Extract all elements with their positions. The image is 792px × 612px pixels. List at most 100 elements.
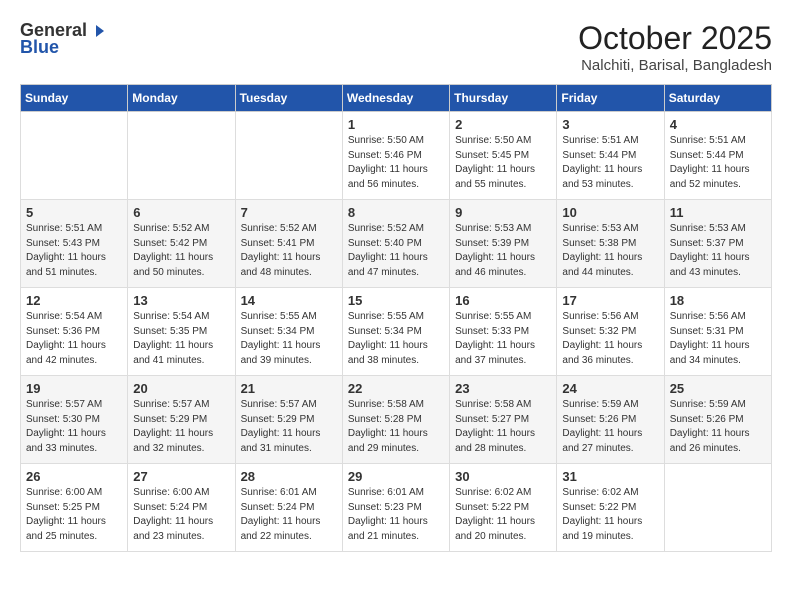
day-number: 20 — [133, 381, 229, 396]
calendar-cell: 30 Sunrise: 6:02 AM Sunset: 5:22 PM Dayli… — [450, 464, 557, 552]
day-number: 19 — [26, 381, 122, 396]
cell-content: Sunrise: 5:51 AM Sunset: 5:43 PM Dayligh… — [26, 222, 122, 280]
calendar-cell: 20Sunrise: 5:57 AM Sunset: 5:29 PM Dayli… — [128, 376, 235, 464]
day-number: 17 — [562, 293, 658, 308]
calendar-cell — [664, 464, 771, 552]
day-number: 25 — [670, 381, 766, 396]
calendar-cell: 2 Sunrise: 5:50 AM Sunset: 5:45 PM Daylig… — [450, 112, 557, 200]
day-number: 6 — [133, 205, 229, 220]
calendar-cell: 11Sunrise: 5:53 AM Sunset: 5:37 PM Dayli… — [664, 200, 771, 288]
cell-content: Sunrise: 5:53 AM Sunset: 5:38 PM Dayligh… — [562, 222, 658, 280]
day-number: 16 — [455, 293, 551, 308]
calendar-cell — [21, 112, 128, 200]
cell-content: Sunrise: 5:57 AM Sunset: 5:30 PM Dayligh… — [26, 398, 122, 456]
cell-content: Sunrise: 5:57 AM Sunset: 5:29 PM Dayligh… — [241, 398, 337, 456]
calendar-cell: 7 Sunrise: 5:52 AM Sunset: 5:41 PM Daylig… — [235, 200, 342, 288]
calendar-cell: 1Sunrise: 5:50 AM Sunset: 5:46 PM Daylig… — [342, 112, 449, 200]
calendar-cell: 15Sunrise: 5:55 AM Sunset: 5:34 PM Dayli… — [342, 288, 449, 376]
day-number: 9 — [455, 205, 551, 220]
cell-content: Sunrise: 5:51 AM Sunset: 5:44 PM Dayligh… — [670, 134, 766, 192]
calendar-cell: 22 Sunrise: 5:58 AM Sunset: 5:28 PM Dayli… — [342, 376, 449, 464]
calendar-week-row: 12 Sunrise: 5:54 AM Sunset: 5:36 PM Dayli… — [21, 288, 772, 376]
calendar-cell: 6Sunrise: 5:52 AM Sunset: 5:42 PM Daylig… — [128, 200, 235, 288]
cell-content: Sunrise: 5:59 AM Sunset: 5:26 PM Dayligh… — [562, 398, 658, 456]
cell-content: Sunrise: 5:52 AM Sunset: 5:41 PM Dayligh… — [241, 222, 337, 280]
calendar-cell: 29 Sunrise: 6:01 AM Sunset: 5:23 PM Dayli… — [342, 464, 449, 552]
day-number: 12 — [26, 293, 122, 308]
calendar-cell: 10 Sunrise: 5:53 AM Sunset: 5:38 PM Dayli… — [557, 200, 664, 288]
calendar-cell: 5 Sunrise: 5:51 AM Sunset: 5:43 PM Daylig… — [21, 200, 128, 288]
day-number: 11 — [670, 205, 766, 220]
cell-content: Sunrise: 5:58 AM Sunset: 5:28 PM Dayligh… — [348, 398, 444, 456]
cell-content: Sunrise: 6:00 AM Sunset: 5:24 PM Dayligh… — [133, 486, 229, 544]
day-number: 8 — [348, 205, 444, 220]
day-number: 2 — [455, 117, 551, 132]
day-number: 30 — [455, 469, 551, 484]
cell-content: Sunrise: 6:01 AM Sunset: 5:24 PM Dayligh… — [241, 486, 337, 544]
day-number: 13 — [133, 293, 229, 308]
logo: General Blue — [20, 20, 105, 58]
calendar-cell: 13 Sunrise: 5:54 AM Sunset: 5:35 PM Dayli… — [128, 288, 235, 376]
cell-content: Sunrise: 6:02 AM Sunset: 5:22 PM Dayligh… — [562, 486, 658, 544]
calendar-cell: 16 Sunrise: 5:55 AM Sunset: 5:33 PM Dayli… — [450, 288, 557, 376]
cell-content: Sunrise: 5:53 AM Sunset: 5:39 PM Dayligh… — [455, 222, 551, 280]
calendar-cell: 14 Sunrise: 5:55 AM Sunset: 5:34 PM Dayli… — [235, 288, 342, 376]
cell-content: Sunrise: 5:56 AM Sunset: 5:31 PM Dayligh… — [670, 310, 766, 368]
calendar-cell: 27 Sunrise: 6:00 AM Sunset: 5:24 PM Dayli… — [128, 464, 235, 552]
logo-blue: Blue — [20, 37, 59, 58]
header-friday: Friday — [557, 85, 664, 112]
day-number: 14 — [241, 293, 337, 308]
day-number: 3 — [562, 117, 658, 132]
calendar-table: SundayMondayTuesdayWednesdayThursdayFrid… — [20, 84, 772, 552]
header-sunday: Sunday — [21, 85, 128, 112]
day-number: 5 — [26, 205, 122, 220]
day-number: 22 — [348, 381, 444, 396]
day-number: 26 — [26, 469, 122, 484]
calendar-cell: 21 Sunrise: 5:57 AM Sunset: 5:29 PM Dayli… — [235, 376, 342, 464]
cell-content: Sunrise: 6:00 AM Sunset: 5:25 PM Dayligh… — [26, 486, 122, 544]
day-number: 28 — [241, 469, 337, 484]
cell-content: Sunrise: 5:55 AM Sunset: 5:33 PM Dayligh… — [455, 310, 551, 368]
calendar-week-row: 5 Sunrise: 5:51 AM Sunset: 5:43 PM Daylig… — [21, 200, 772, 288]
cell-content: Sunrise: 5:50 AM Sunset: 5:45 PM Dayligh… — [455, 134, 551, 192]
cell-content: Sunrise: 5:51 AM Sunset: 5:44 PM Dayligh… — [562, 134, 658, 192]
cell-content: Sunrise: 5:59 AM Sunset: 5:26 PM Dayligh… — [670, 398, 766, 456]
day-number: 21 — [241, 381, 337, 396]
cell-content: Sunrise: 5:54 AM Sunset: 5:35 PM Dayligh… — [133, 310, 229, 368]
header-thursday: Thursday — [450, 85, 557, 112]
cell-content: Sunrise: 5:50 AM Sunset: 5:46 PM Dayligh… — [348, 134, 444, 192]
day-number: 10 — [562, 205, 658, 220]
calendar-header-row: SundayMondayTuesdayWednesdayThursdayFrid… — [21, 85, 772, 112]
title-block: October 2025 Nalchiti, Barisal, Banglade… — [578, 20, 772, 74]
calendar-cell: 9 Sunrise: 5:53 AM Sunset: 5:39 PM Daylig… — [450, 200, 557, 288]
cell-content: Sunrise: 6:02 AM Sunset: 5:22 PM Dayligh… — [455, 486, 551, 544]
cell-content: Sunrise: 5:55 AM Sunset: 5:34 PM Dayligh… — [348, 310, 444, 368]
calendar-week-row: 26 Sunrise: 6:00 AM Sunset: 5:25 PM Dayli… — [21, 464, 772, 552]
cell-content: Sunrise: 6:01 AM Sunset: 5:23 PM Dayligh… — [348, 486, 444, 544]
calendar-week-row: 1Sunrise: 5:50 AM Sunset: 5:46 PM Daylig… — [21, 112, 772, 200]
calendar-cell: 4Sunrise: 5:51 AM Sunset: 5:44 PM Daylig… — [664, 112, 771, 200]
day-number: 7 — [241, 205, 337, 220]
calendar-cell: 8Sunrise: 5:52 AM Sunset: 5:40 PM Daylig… — [342, 200, 449, 288]
page-header: General Blue October 2025 Nalchiti, Bari… — [20, 20, 772, 74]
calendar-cell: 3 Sunrise: 5:51 AM Sunset: 5:44 PM Daylig… — [557, 112, 664, 200]
header-wednesday: Wednesday — [342, 85, 449, 112]
calendar-cell: 31 Sunrise: 6:02 AM Sunset: 5:22 PM Dayli… — [557, 464, 664, 552]
day-number: 18 — [670, 293, 766, 308]
calendar-cell: 28 Sunrise: 6:01 AM Sunset: 5:24 PM Dayli… — [235, 464, 342, 552]
calendar-cell — [128, 112, 235, 200]
cell-content: Sunrise: 5:55 AM Sunset: 5:34 PM Dayligh… — [241, 310, 337, 368]
cell-content: Sunrise: 5:54 AM Sunset: 5:36 PM Dayligh… — [26, 310, 122, 368]
day-number: 31 — [562, 469, 658, 484]
day-number: 29 — [348, 469, 444, 484]
calendar-cell: 25 Sunrise: 5:59 AM Sunset: 5:26 PM Dayli… — [664, 376, 771, 464]
logo-bird-icon — [88, 23, 104, 39]
calendar-cell: 17Sunrise: 5:56 AM Sunset: 5:32 PM Dayli… — [557, 288, 664, 376]
calendar-cell: 26 Sunrise: 6:00 AM Sunset: 5:25 PM Dayli… — [21, 464, 128, 552]
calendar-cell: 19 Sunrise: 5:57 AM Sunset: 5:30 PM Dayli… — [21, 376, 128, 464]
cell-content: Sunrise: 5:58 AM Sunset: 5:27 PM Dayligh… — [455, 398, 551, 456]
day-number: 23 — [455, 381, 551, 396]
header-monday: Monday — [128, 85, 235, 112]
location: Nalchiti, Barisal, Bangladesh — [578, 57, 772, 74]
day-number: 27 — [133, 469, 229, 484]
